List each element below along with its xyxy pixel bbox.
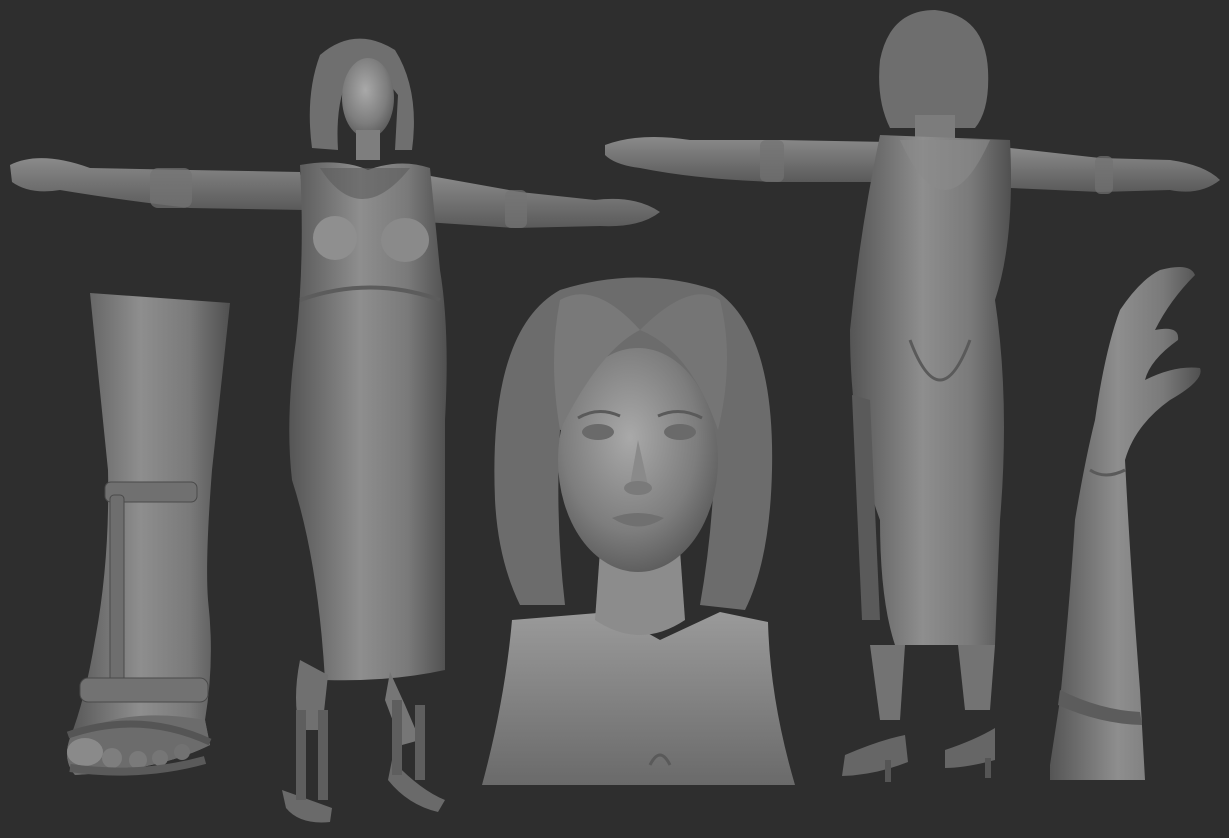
hand-forearm-side [1050,266,1201,780]
foot-sandal-closeup [66,293,230,776]
head-bust-front [482,277,795,785]
render-viewport [0,0,1229,838]
